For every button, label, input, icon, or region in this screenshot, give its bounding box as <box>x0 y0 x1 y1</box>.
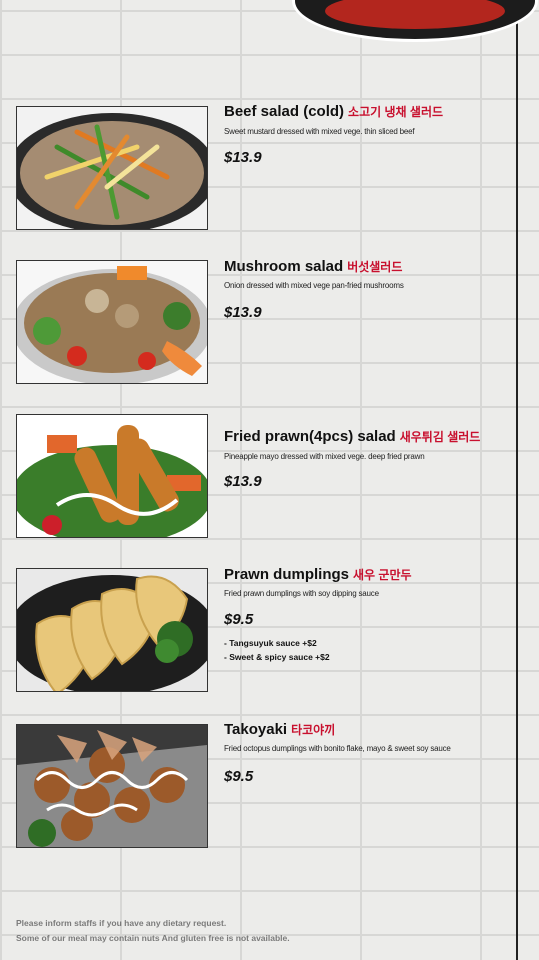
item-price: $13.9 <box>224 149 262 166</box>
mushroom-salad-photo <box>16 260 208 384</box>
item-korean-name: 버섯샐러드 <box>347 260 403 274</box>
item-title: Mushroom salad 버섯샐러드 <box>224 258 402 275</box>
item-korean-name: 소고기 냉채 샐러드 <box>348 105 444 119</box>
item-korean-name: 타코야끼 <box>291 723 336 737</box>
item-description: Sweet mustard dressed with mixed vege. t… <box>224 127 415 136</box>
prawn-dumplings-photo <box>16 568 208 692</box>
item-title: Takoyaki 타코야끼 <box>224 721 335 738</box>
item-description: Fried octopus dumplings with bonito flak… <box>224 744 451 753</box>
addon-sweet-spicy-sauce: - Sweet & spicy sauce +$2 <box>224 652 330 662</box>
vertical-divider <box>516 0 518 960</box>
item-korean-name: 새우튀김 샐러드 <box>399 430 481 444</box>
dietary-notice: Please inform staffs if you have any die… <box>16 918 227 928</box>
item-name: Takoyaki <box>224 721 288 738</box>
item-title: Beef salad (cold) 소고기 냉채 샐러드 <box>224 103 443 120</box>
fried-prawn-salad-photo <box>16 414 208 538</box>
item-price: $9.5 <box>224 611 254 628</box>
takoyaki-photo <box>16 724 208 848</box>
beef-salad-photo <box>16 106 208 230</box>
item-price: $9.5 <box>224 768 254 785</box>
item-name: Mushroom salad <box>224 258 344 275</box>
item-description: Onion dressed with mixed vege pan-fried … <box>224 281 404 290</box>
item-price: $13.9 <box>224 304 262 321</box>
item-description: Fried prawn dumplings with soy dipping s… <box>224 589 379 598</box>
item-title: Prawn dumplings 새우 군만두 <box>224 566 412 583</box>
item-name: Beef salad (cold) <box>224 103 345 120</box>
item-name: Fried prawn(4pcs) salad <box>224 428 396 445</box>
item-title: Fried prawn(4pcs) salad 새우튀김 샐러드 <box>224 428 480 445</box>
item-description: Pineapple mayo dressed with mixed vege. … <box>224 452 425 461</box>
item-name: Prawn dumplings <box>224 566 350 583</box>
item-korean-name: 새우 군만두 <box>353 568 412 582</box>
addon-tangsuyuk-sauce: - Tangsuyuk sauce +$2 <box>224 638 317 648</box>
item-price: $13.9 <box>224 473 262 490</box>
allergen-notice: Some of our meal may contain nuts And gl… <box>16 933 290 943</box>
